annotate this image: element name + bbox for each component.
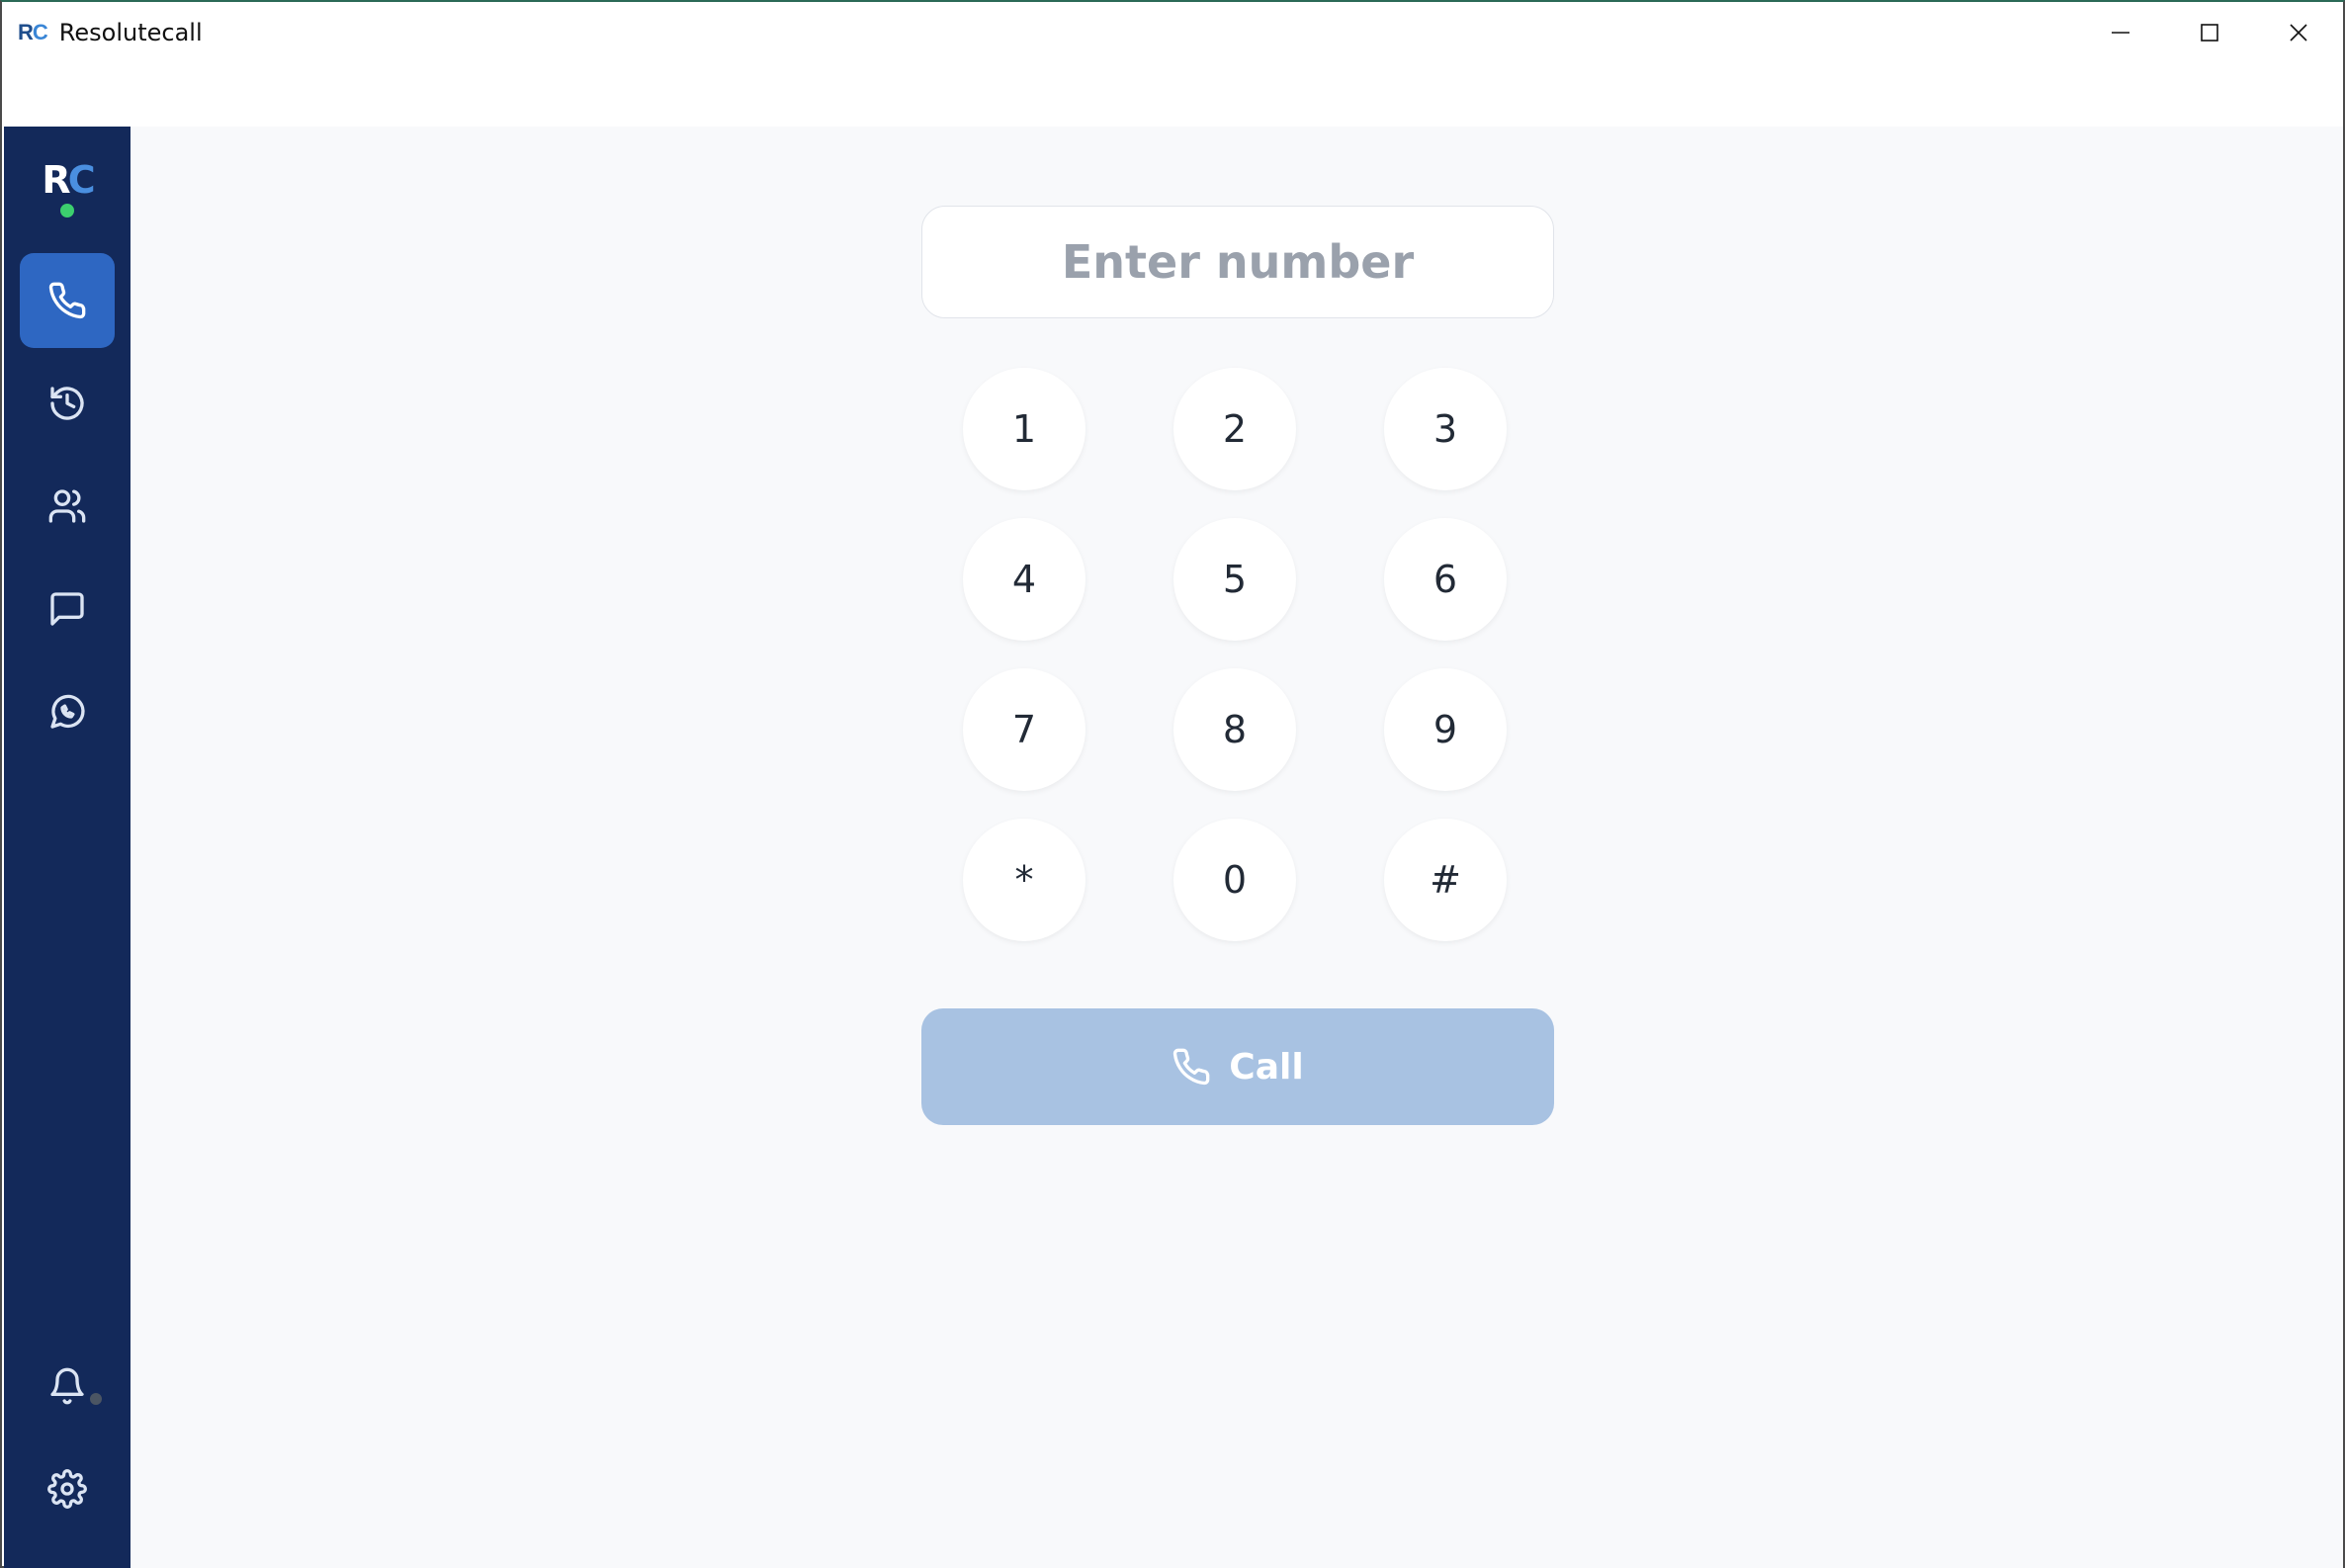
sidebar: RC	[4, 127, 130, 1568]
phone-icon	[1173, 1048, 1210, 1086]
maximize-icon	[2201, 24, 2218, 42]
sidebar-item-notifications[interactable]	[20, 1339, 115, 1434]
sidebar-item-phone[interactable]	[20, 253, 115, 348]
message-icon	[50, 592, 84, 626]
dialpad-key-2[interactable]: 2	[1173, 368, 1296, 490]
online-status-dot	[60, 204, 74, 218]
dialpad-key-6[interactable]: 6	[1384, 518, 1507, 641]
dialer-panel: 1 2 3 4 5 6 7 8 9 * 0 # Call	[130, 127, 2343, 1568]
notification-badge	[87, 1390, 105, 1408]
minimize-icon	[2112, 32, 2129, 34]
phone-number-input[interactable]	[921, 206, 1554, 318]
call-button[interactable]: Call	[921, 1008, 1554, 1125]
whatsapp-icon	[50, 694, 85, 729]
sidebar-item-messages[interactable]	[20, 562, 115, 656]
bell-icon	[50, 1367, 84, 1405]
minimize-button[interactable]	[2076, 2, 2165, 63]
dialpad-key-0[interactable]: 0	[1173, 819, 1296, 941]
close-button[interactable]	[2254, 2, 2343, 63]
sidebar-item-history[interactable]	[20, 356, 115, 451]
dialpad-key-4[interactable]: 4	[963, 518, 1086, 641]
dialpad-key-3[interactable]: 3	[1384, 368, 1507, 490]
dialpad-key-9[interactable]: 9	[1384, 668, 1507, 791]
app-window: RC Resolutecall RC Enter number 1 2 3 4 …	[0, 0, 2345, 1568]
dialpad-key-star[interactable]: *	[963, 819, 1086, 941]
sidebar-item-contacts[interactable]	[20, 459, 115, 554]
title-bar[interactable]: RC Resolutecall	[2, 2, 2343, 63]
dialpad-key-hash[interactable]: #	[1384, 819, 1507, 941]
app-icon: RC	[18, 20, 48, 44]
sidebar-item-settings[interactable]	[20, 1441, 115, 1536]
dialpad-key-1[interactable]: 1	[963, 368, 1086, 490]
dialpad-key-8[interactable]: 8	[1173, 668, 1296, 791]
call-button-label: Call	[1229, 1046, 1304, 1088]
app-logo: RC	[4, 158, 130, 218]
phone-icon	[48, 282, 86, 319]
users-icon	[48, 489, 86, 523]
dialpad-key-7[interactable]: 7	[963, 668, 1086, 791]
window-controls	[2076, 2, 2343, 63]
window-title: Resolutecall	[58, 19, 203, 46]
sidebar-item-whatsapp[interactable]	[20, 664, 115, 759]
dialpad-key-5[interactable]: 5	[1173, 518, 1296, 641]
history-icon	[50, 387, 84, 420]
maximize-button[interactable]	[2165, 2, 2254, 63]
close-icon	[2290, 24, 2307, 42]
gear-icon	[47, 1469, 87, 1509]
header-strip	[2, 63, 2343, 127]
